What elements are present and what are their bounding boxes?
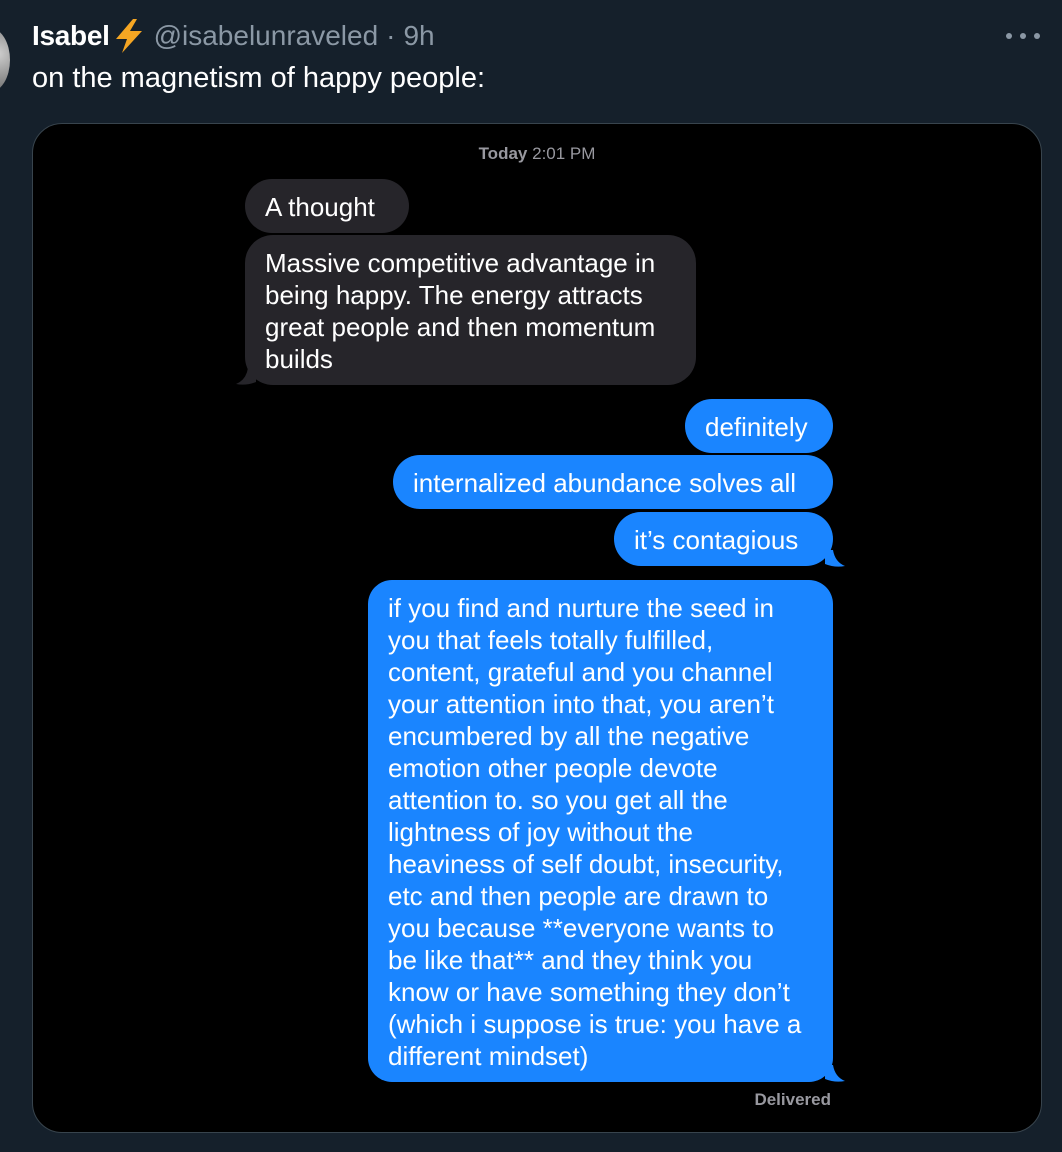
delivery-status: Delivered <box>754 1090 831 1109</box>
outgoing-message: definitely <box>685 399 833 453</box>
outgoing-message: it’s contagious <box>614 512 833 566</box>
display-name[interactable]: Isabel <box>32 20 110 52</box>
avatar[interactable] <box>0 28 10 92</box>
outgoing-message: internalized abundance solves all <box>393 455 833 509</box>
bubble-tail <box>236 368 256 385</box>
incoming-message: A thought <box>245 179 409 233</box>
tweet-header: Isabel @isabelunraveled · 9h <box>32 18 435 54</box>
timestamp-day: Today <box>478 144 528 163</box>
outgoing-message: if you find and nurture the seed in you … <box>368 580 833 1082</box>
tweet-timestamp[interactable]: 9h <box>403 20 434 52</box>
imessage-timestamp: Today 2:01 PM <box>33 144 1041 164</box>
ellipsis-icon[interactable] <box>1006 30 1040 42</box>
lightning-bolt-icon <box>112 18 146 54</box>
separator: · <box>386 20 396 51</box>
bubble-tail <box>825 1065 845 1082</box>
tweet-media-image[interactable]: Today 2:01 PM A thought Massive competit… <box>32 123 1042 1133</box>
timestamp-time: 2:01 PM <box>532 144 596 163</box>
incoming-message: Massive competitive advantage in being h… <box>245 235 696 385</box>
bubble-tail <box>825 550 845 567</box>
tweet-text: on the magnetism of happy people: <box>32 62 486 94</box>
user-handle[interactable]: @isabelunraveled <box>154 20 379 52</box>
